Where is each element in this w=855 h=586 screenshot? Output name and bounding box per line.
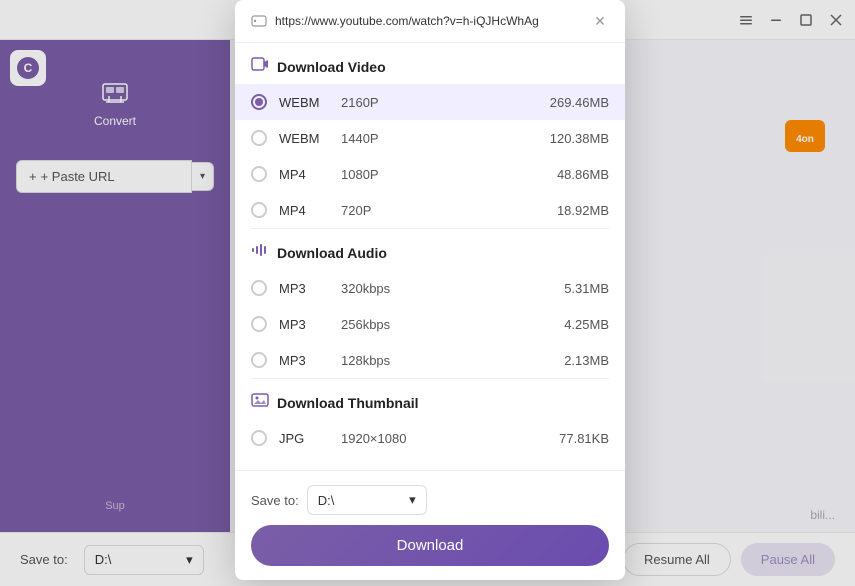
format-row[interactable]: MP4 720P 18.92MB	[235, 192, 625, 228]
url-icon	[251, 13, 267, 29]
radio-webm-1440p[interactable]	[251, 130, 267, 146]
format-row[interactable]: MP3 320kbps 5.31MB	[235, 270, 625, 306]
modal-url: https://www.youtube.com/watch?v=h-iQJHcW…	[275, 14, 583, 28]
format-type: MP4	[279, 167, 329, 182]
format-quality: 128kbps	[341, 353, 552, 368]
format-type: WEBM	[279, 131, 329, 146]
thumbnail-section-title: Download Thumbnail	[277, 395, 419, 411]
video-section-title: Download Video	[277, 59, 386, 75]
format-size: 77.81KB	[559, 431, 609, 446]
app-window: C Conver	[0, 0, 855, 586]
audio-section-title: Download Audio	[277, 245, 387, 261]
video-icon	[251, 57, 269, 76]
modal-header: https://www.youtube.com/watch?v=h-iQJHcW…	[235, 0, 625, 43]
format-quality: 720P	[341, 203, 545, 218]
modal-footer: Save to: D:\ ▾ Download	[235, 470, 625, 580]
audio-section-header: Download Audio	[235, 229, 625, 270]
format-type: MP3	[279, 281, 329, 296]
format-size: 5.31MB	[564, 281, 609, 296]
audio-icon	[251, 243, 269, 262]
radio-mp3-128[interactable]	[251, 352, 267, 368]
format-quality: 1080P	[341, 167, 545, 182]
modal-overlay: https://www.youtube.com/watch?v=h-iQJHcW…	[0, 0, 855, 586]
format-quality: 256kbps	[341, 317, 552, 332]
modal-close-button[interactable]: ✕	[591, 12, 609, 30]
format-quality: 320kbps	[341, 281, 552, 296]
download-button[interactable]: Download	[251, 525, 609, 566]
format-type: MP3	[279, 317, 329, 332]
format-size: 48.86MB	[557, 167, 609, 182]
radio-mp3-256[interactable]	[251, 316, 267, 332]
format-size: 120.38MB	[550, 131, 609, 146]
format-size: 2.13MB	[564, 353, 609, 368]
format-row[interactable]: WEBM 2160P 269.46MB	[235, 84, 625, 120]
video-section-header: Download Video	[235, 43, 625, 84]
save-to-row: Save to: D:\ ▾	[251, 485, 609, 515]
thumbnail-section-header: Download Thumbnail	[235, 379, 625, 420]
modal-body: Download Video WEBM 2160P 269.46MB WEBM …	[235, 43, 625, 470]
format-type: JPG	[279, 431, 329, 446]
thumbnail-icon	[251, 393, 269, 412]
format-type: MP4	[279, 203, 329, 218]
format-type: MP3	[279, 353, 329, 368]
format-size: 269.46MB	[550, 95, 609, 110]
format-quality: 2160P	[341, 95, 538, 110]
modal-path-select[interactable]: D:\ ▾	[307, 485, 427, 515]
radio-mp3-320[interactable]	[251, 280, 267, 296]
radio-mp4-720p[interactable]	[251, 202, 267, 218]
radio-webm-2160p[interactable]	[251, 94, 267, 110]
format-quality: 1920×1080	[341, 431, 547, 446]
modal-save-label: Save to:	[251, 493, 299, 508]
format-row[interactable]: WEBM 1440P 120.38MB	[235, 120, 625, 156]
radio-mp4-1080p[interactable]	[251, 166, 267, 182]
chevron-down-icon: ▾	[409, 492, 416, 508]
download-modal: https://www.youtube.com/watch?v=h-iQJHcW…	[235, 0, 625, 580]
format-type: WEBM	[279, 95, 329, 110]
format-row[interactable]: MP3 256kbps 4.25MB	[235, 306, 625, 342]
format-row[interactable]: MP4 1080P 48.86MB	[235, 156, 625, 192]
format-row[interactable]: JPG 1920×1080 77.81KB	[235, 420, 625, 456]
format-size: 4.25MB	[564, 317, 609, 332]
modal-path-value: D:\	[318, 493, 335, 508]
close-icon: ✕	[594, 13, 606, 30]
format-row[interactable]: MP3 128kbps 2.13MB	[235, 342, 625, 378]
format-quality: 1440P	[341, 131, 538, 146]
format-size: 18.92MB	[557, 203, 609, 218]
radio-jpg[interactable]	[251, 430, 267, 446]
